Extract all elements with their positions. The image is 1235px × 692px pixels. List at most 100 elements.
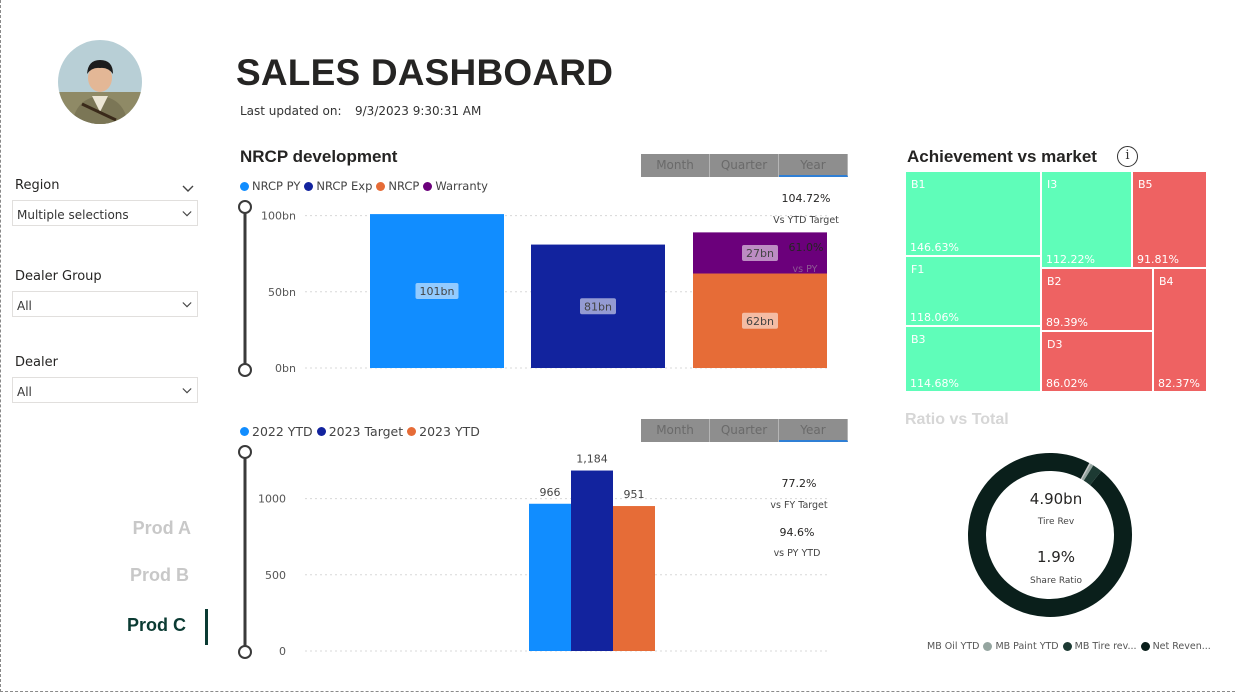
bar-2023-ytd[interactable]: [613, 506, 655, 651]
nav-prod-c[interactable]: Prod C: [66, 615, 186, 636]
info-icon[interactable]: i: [1117, 146, 1138, 167]
nrcp-kpi-vs-py-value: 61.0%: [788, 241, 824, 254]
ratio-center-value: 4.90bn: [1029, 490, 1083, 508]
treemap-tile-name: B2: [1047, 275, 1062, 288]
region-slicer-label: Region: [15, 178, 60, 193]
legend-label: 2023 Target: [328, 424, 404, 439]
chevron-down-icon: [182, 211, 192, 217]
treemap-tile-value: 89.39%: [1046, 316, 1088, 329]
donut-slice-3[interactable]: [968, 453, 1132, 617]
last-updated-label: Last updated on:: [240, 104, 342, 118]
legend-swatch: [1062, 642, 1072, 651]
chevron-down-icon: [182, 302, 192, 308]
treemap-tile-value: 82.37%: [1158, 377, 1200, 390]
legend-swatch: [407, 427, 417, 436]
treemap-tile-name: B3: [911, 333, 926, 346]
nrcp-title: NRCP development: [240, 147, 398, 166]
treemap-tile-name: F1: [911, 263, 924, 276]
y-tick-label: 500: [265, 569, 286, 582]
tab-quarter[interactable]: Quarter: [710, 154, 779, 177]
donut-slice-0[interactable]: [1080, 463, 1091, 480]
nrcp-chart: 0bn50bn100bn101bn81bn62bn27bn: [238, 200, 830, 377]
treemap-tile-name: I3: [1047, 178, 1057, 191]
treemap-tile-name: B4: [1159, 275, 1174, 288]
dealer-dropdown-value: All: [17, 385, 32, 399]
tab-month[interactable]: Month: [641, 419, 710, 442]
tab-quarter[interactable]: Quarter: [710, 419, 779, 442]
treemap-tile-value: 86.02%: [1046, 377, 1088, 390]
ytd-period-tabs: Month Quarter Year: [641, 419, 848, 442]
data-label: 951: [624, 488, 645, 501]
legend-label: Net Reven...: [1152, 641, 1211, 652]
donut-slice-2[interactable]: [1083, 465, 1102, 486]
data-label: 81bn: [584, 300, 612, 313]
legend-swatch: [423, 181, 433, 191]
treemap-tile-value: 118.06%: [910, 311, 959, 324]
region-dropdown-value: Multiple selections: [17, 208, 129, 222]
ytd-kpi-vs-fy-target-label: vs FY Target: [770, 500, 828, 511]
legend-label: 2023 YTD: [419, 424, 480, 439]
y-tick-label: 50bn: [268, 286, 296, 299]
page-title: SALES DASHBOARD: [236, 52, 614, 93]
legend-item: Warranty: [423, 179, 488, 193]
tab-year[interactable]: Year: [779, 154, 848, 177]
ratio-title: Ratio vs Total: [905, 411, 1009, 428]
nav-prod-b[interactable]: Prod B: [69, 565, 189, 586]
treemap-tile-name: D3: [1047, 338, 1062, 351]
legend-item: NRCP PY: [240, 179, 300, 193]
y-tick-label: 100bn: [261, 210, 296, 223]
range-slider-handle-top[interactable]: [238, 200, 252, 214]
ytd-kpi-vs-py-value: 94.6%: [779, 526, 815, 539]
nrcp-kpi-vs-py-label: vs PY: [792, 264, 818, 275]
data-label: 1,184: [576, 453, 608, 466]
ytd-legend: 2022 YTD 2023 Target 2023 YTD: [240, 424, 484, 439]
range-slider-handle-bottom[interactable]: [238, 363, 252, 377]
legend-item: MB Oil YTD: [927, 641, 979, 652]
legend-swatch: [240, 181, 249, 191]
nrcp-kpi-vs-target-label: Vs YTD Target: [773, 215, 839, 226]
nrcp-kpi-vs-target-value: 104.72%: [781, 192, 831, 205]
region-collapse-chevron-icon[interactable]: [182, 178, 194, 197]
legend-item: MB Tire rev...: [1062, 641, 1137, 652]
dealer-group-slicer-label: Dealer Group: [15, 269, 102, 284]
tab-month[interactable]: Month: [641, 154, 710, 177]
data-label: 966: [540, 486, 561, 499]
legend-item: Net Reven...: [1140, 641, 1211, 652]
ratio-donut-chart: [968, 453, 1132, 617]
y-tick-label: 0: [279, 645, 286, 658]
achievement-title: Achievement vs market: [907, 147, 1097, 166]
dealer-dropdown[interactable]: All: [12, 377, 198, 403]
ratio-center-label: Tire Rev: [1037, 517, 1075, 527]
y-tick-label: 1000: [258, 493, 286, 506]
legend-label: MB Paint YTD: [995, 641, 1059, 652]
treemap-tile-name: B1: [911, 178, 926, 191]
legend-swatch: [304, 181, 314, 191]
bar-2022-ytd[interactable]: [529, 503, 571, 651]
ytd-chart: 0 500 1000 966 1,184 951: [238, 445, 830, 659]
treemap-tile-value: 112.22%: [1046, 253, 1095, 266]
nav-active-indicator: [205, 609, 208, 645]
data-label: 101bn: [420, 285, 455, 298]
range-slider-handle-bottom[interactable]: [238, 645, 252, 659]
tab-year[interactable]: Year: [779, 419, 848, 442]
region-dropdown[interactable]: Multiple selections: [12, 200, 198, 226]
legend-swatch: [316, 427, 326, 436]
ratio-share-label: Share Ratio: [1030, 576, 1082, 586]
bar-2023-target[interactable]: [571, 470, 613, 651]
donut-slice-1[interactable]: [1081, 463, 1094, 481]
chevron-down-icon: [182, 388, 192, 394]
treemap-tile-value: 114.68%: [910, 377, 959, 390]
dealer-slicer-label: Dealer: [15, 355, 58, 370]
achievement-treemap: B1 146.63% I3 112.22% B5 91.81% F1 118.06% B2 89.…: [905, 171, 1208, 393]
dealer-group-dropdown-value: All: [17, 299, 32, 313]
dealer-group-dropdown[interactable]: All: [12, 291, 198, 317]
legend-label: NRCP: [388, 179, 420, 193]
legend-swatch: [983, 642, 993, 651]
range-slider-handle-top[interactable]: [238, 445, 252, 459]
nav-prod-a[interactable]: Prod A: [71, 518, 191, 539]
ytd-kpi-vs-py-label: vs PY YTD: [773, 548, 821, 559]
legend-label: NRCP Exp: [316, 179, 373, 193]
legend-label: MB Oil YTD: [927, 641, 980, 652]
ratio-legend: MB Oil YTD MB Paint YTD MB Tire rev... N…: [927, 641, 1215, 652]
legend-label: NRCP PY: [252, 179, 301, 193]
